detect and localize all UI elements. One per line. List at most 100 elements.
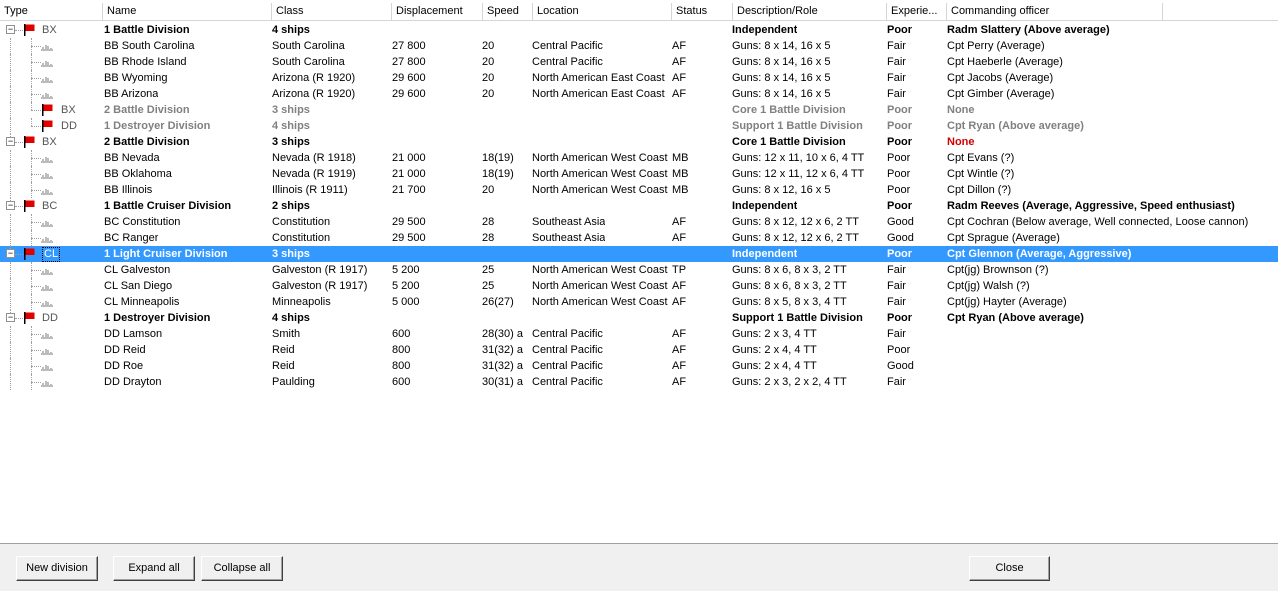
ship-row[interactable]: BC Ranger Constitution 29 500 28 Southeast A…	[0, 230, 1278, 246]
collapse-toggle-icon[interactable]: −	[6, 137, 15, 146]
tree-cell	[0, 358, 100, 374]
tree-connector	[10, 294, 11, 310]
cell-speed: 30(31) a	[482, 376, 523, 388]
cell-status: AF	[672, 56, 687, 68]
tree-cell: − BX	[0, 134, 100, 150]
ship-icon	[40, 297, 54, 307]
cell-speed: 25	[482, 264, 495, 276]
cell-speed: 28	[482, 216, 495, 228]
division-row[interactable]: − BX 1 Battle Division 4 ships Independent Po…	[0, 22, 1278, 38]
tree-cell	[0, 166, 100, 182]
division-row[interactable]: − CL 1 Light Cruiser Division 3 ships Indepe…	[0, 246, 1278, 262]
collapse-toggle-icon[interactable]: −	[6, 249, 15, 258]
cell-role: Guns: 2 x 3, 2 x 2, 4 TT	[732, 376, 847, 388]
cell-officer: Cpt Evans (?)	[947, 152, 1015, 164]
cell-name: 1 Light Cruiser Division	[104, 248, 228, 260]
cell-speed: 31(32) a	[482, 360, 523, 372]
ship-row[interactable]: BB South Carolina South Carolina 27 800 20 C…	[0, 38, 1278, 54]
ship-row[interactable]: BB Wyoming Arizona (R 1920) 29 600 20 North …	[0, 70, 1278, 86]
collapse-toggle-icon[interactable]: −	[6, 25, 15, 34]
column-header-location[interactable]: Location	[533, 3, 672, 20]
column-header-displacement[interactable]: Displacement	[392, 3, 483, 20]
cell-officer: Cpt(jg) Hayter (Average)	[947, 296, 1067, 308]
cell-officer: Cpt Cochran (Below average, Well connect…	[947, 216, 1249, 228]
ship-row[interactable]: CL Galveston Galveston (R 1917) 5 200 25 Nor…	[0, 262, 1278, 278]
cell-speed: 20	[482, 184, 495, 196]
ship-row[interactable]: BB Illinois Illinois (R 1911) 21 700 20 Nort…	[0, 182, 1278, 198]
ship-icon	[40, 265, 54, 275]
tree-cell	[0, 294, 100, 310]
close-button[interactable]: Close	[969, 556, 1050, 581]
ship-row[interactable]: DD Roe Reid 800 31(32) a Central Pacific AF Gu…	[0, 358, 1278, 374]
cell-class: Nevada (R 1919)	[272, 168, 356, 180]
cell-officer: None	[947, 136, 975, 148]
column-header-speed[interactable]: Speed	[483, 3, 533, 20]
tree-connector	[10, 118, 11, 134]
cell-status: AF	[672, 72, 687, 84]
tree-connector	[10, 342, 11, 358]
division-flag-icon	[40, 119, 54, 133]
expand-all-button[interactable]: Expand all	[113, 556, 195, 581]
ship-icon	[40, 73, 54, 83]
ship-row[interactable]: BB Arizona Arizona (R 1920) 29 600 20 North …	[0, 86, 1278, 102]
division-flag-icon	[22, 135, 36, 149]
division-tree-grid[interactable]: Type Name Class Displacement Speed Locat…	[0, 0, 1278, 544]
tree-cell	[0, 326, 100, 342]
ship-row[interactable]: DD Drayton Paulding 600 30(31) a Central Pac…	[0, 374, 1278, 390]
tree-cell: DD	[0, 118, 100, 134]
cell-experience: Fair	[887, 264, 906, 276]
division-row[interactable]: DD 1 Destroyer Division 4 ships Support 1 B…	[0, 118, 1278, 134]
cell-officer: Cpt(jg) Walsh (?)	[947, 280, 1030, 292]
cell-name: BC Constitution	[104, 216, 181, 228]
cell-name: 2 Battle Division	[104, 136, 190, 148]
column-header-type[interactable]: Type	[0, 3, 103, 20]
cell-role: Independent	[732, 248, 798, 260]
collapse-toggle-icon[interactable]: −	[6, 313, 15, 322]
cell-displacement: 29 500	[392, 232, 426, 244]
cell-name: 2 Battle Division	[104, 104, 190, 116]
cell-officer: Cpt Jacobs (Average)	[947, 72, 1054, 84]
cell-class: 3 ships	[272, 104, 310, 116]
ship-row[interactable]: BB Rhode Island South Carolina 27 800 20 Cen…	[0, 54, 1278, 70]
column-header-role[interactable]: Description/Role	[733, 3, 887, 20]
column-header-officer[interactable]: Commanding officer	[947, 3, 1163, 20]
ship-row[interactable]: DD Lamson Smith 600 28(30) a Central Pacific…	[0, 326, 1278, 342]
tree-cell: − CL	[0, 246, 100, 262]
collapse-toggle-icon[interactable]: −	[6, 201, 15, 210]
ship-icon	[40, 57, 54, 67]
cell-name: BB Rhode Island	[104, 56, 187, 68]
column-header-class[interactable]: Class	[272, 3, 392, 20]
cell-speed: 20	[482, 72, 495, 84]
cell-name: BB Wyoming	[104, 72, 168, 84]
cell-name: 1 Destroyer Division	[104, 312, 211, 324]
ship-row[interactable]: BB Oklahoma Nevada (R 1919) 21 000 18(19) No…	[0, 166, 1278, 182]
cell-experience: Fair	[887, 376, 906, 388]
column-header-experience[interactable]: Experie...	[887, 3, 947, 20]
ship-row[interactable]: CL Minneapolis Minneapolis 5 000 26(27) Nort…	[0, 294, 1278, 310]
ship-row[interactable]: BC Constitution Constitution 29 500 28 South…	[0, 214, 1278, 230]
new-division-button[interactable]: New division	[16, 556, 98, 581]
collapse-all-button[interactable]: Collapse all	[201, 556, 283, 581]
cell-role: Support 1 Battle Division	[732, 312, 863, 324]
cell-displacement: 600	[392, 328, 411, 340]
cell-officer: Cpt Perry (Average)	[947, 40, 1045, 52]
ship-row[interactable]: BB Nevada Nevada (R 1918) 21 000 18(19) Nort…	[0, 150, 1278, 166]
cell-class: Minneapolis	[272, 296, 331, 308]
ship-row[interactable]: DD Reid Reid 800 31(32) a Central Pacific AF G…	[0, 342, 1278, 358]
division-row[interactable]: − DD 1 Destroyer Division 4 ships Support 1 …	[0, 310, 1278, 326]
tree-connector	[10, 278, 11, 294]
tree-cell: − DD	[0, 310, 100, 326]
ship-row[interactable]: CL San Diego Galveston (R 1917) 5 200 25 Nor…	[0, 278, 1278, 294]
ship-icon	[40, 169, 54, 179]
column-header-name[interactable]: Name	[103, 3, 272, 20]
cell-displacement: 5 200	[392, 264, 420, 276]
division-row[interactable]: − BC 1 Battle Cruiser Division 2 ships Indep…	[0, 198, 1278, 214]
division-flag-icon	[22, 23, 36, 37]
cell-role: Guns: 8 x 14, 16 x 5	[732, 56, 831, 68]
division-row[interactable]: − BX 2 Battle Division 3 ships Core 1 Battle…	[0, 134, 1278, 150]
column-header-status[interactable]: Status	[672, 3, 733, 20]
cell-class: Illinois (R 1911)	[272, 184, 348, 196]
division-row[interactable]: BX 2 Battle Division 3 ships Core 1 Battle …	[0, 102, 1278, 118]
cell-officer: Cpt Gimber (Average)	[947, 88, 1055, 100]
cell-name: CL Minneapolis	[104, 296, 180, 308]
